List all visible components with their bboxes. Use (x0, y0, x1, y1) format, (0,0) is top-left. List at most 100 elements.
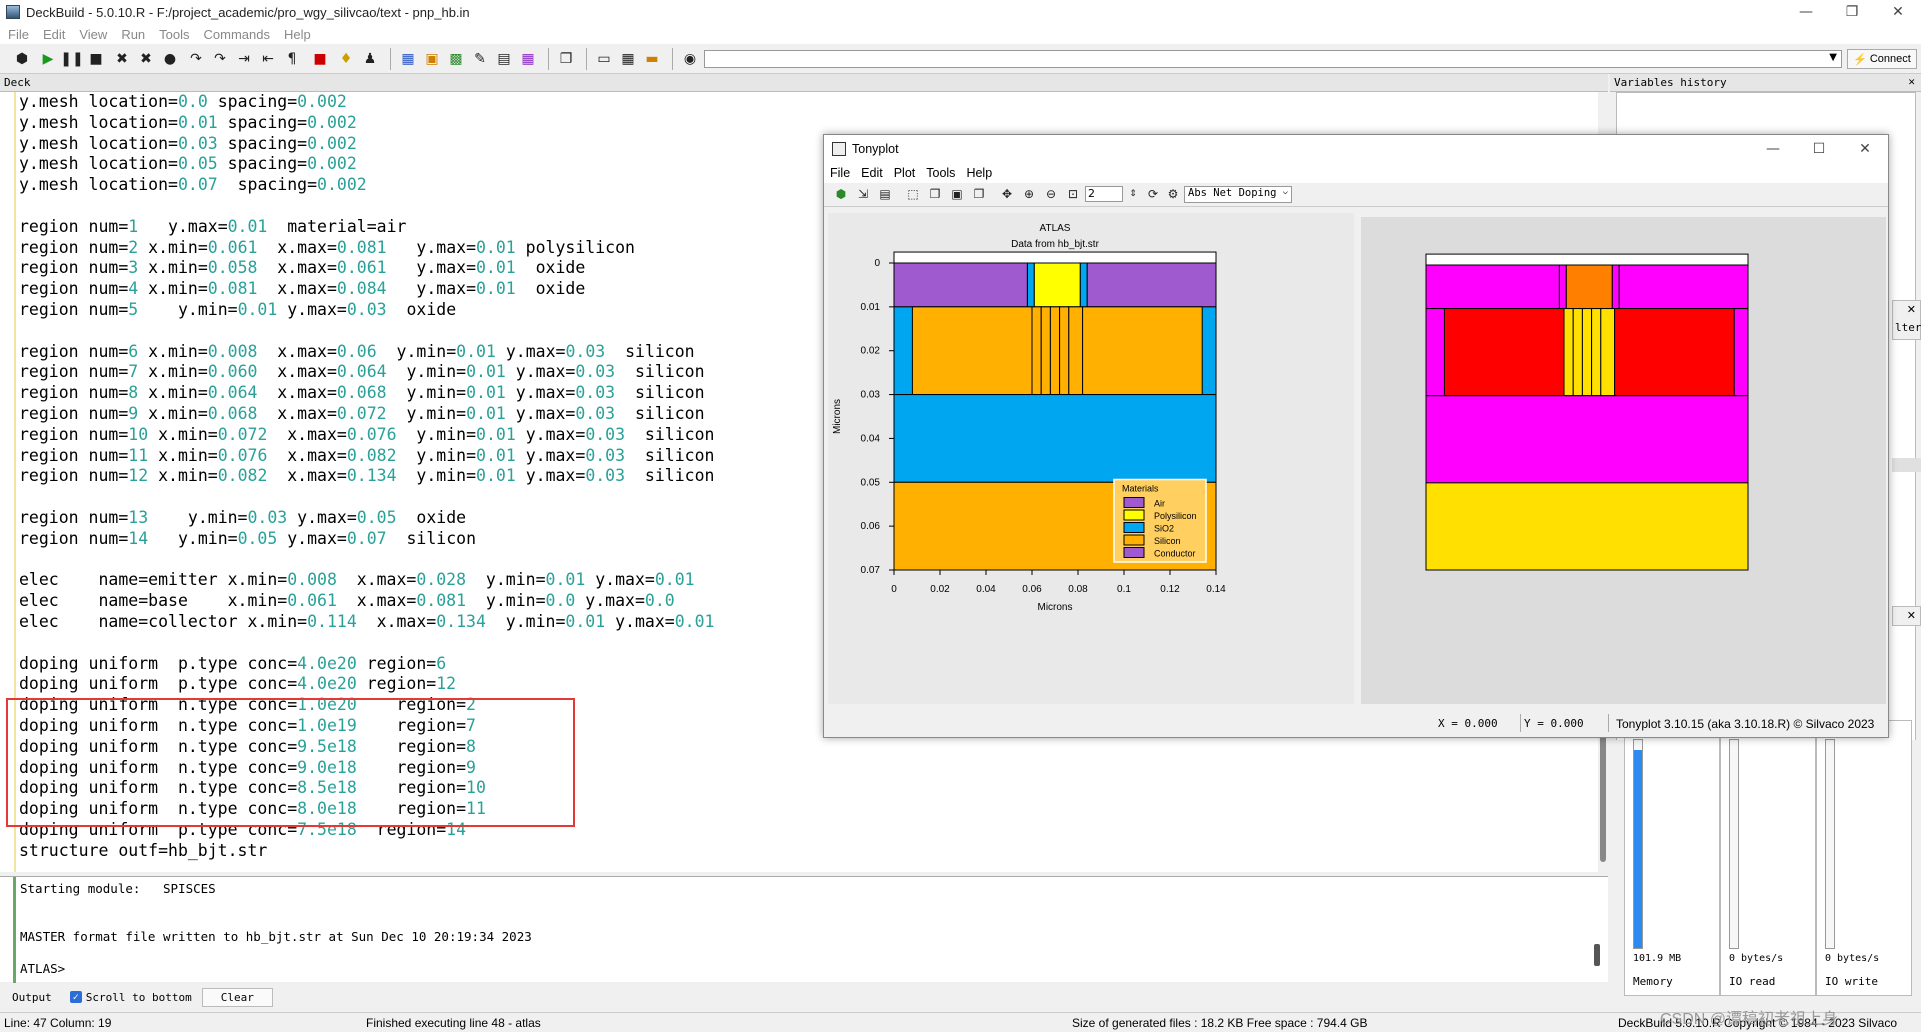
code-line: region num=9 x.min=0.068 x.max=0.072 y.m… (19, 403, 705, 423)
goto-line-icon[interactable]: ⇤ (258, 49, 278, 69)
zoom-level-input[interactable]: 2 (1085, 186, 1123, 202)
mesh-icon[interactable]: ▣ (422, 49, 442, 69)
tonyplot-minimize-button[interactable]: — (1750, 135, 1796, 163)
tp-menu-file[interactable]: File (830, 166, 850, 180)
code-line: region num=10 x.min=0.072 x.max=0.076 y.… (19, 424, 715, 444)
plot-icon[interactable]: ▦ (398, 49, 418, 69)
settings-icon[interactable]: ⚙ (1164, 185, 1182, 203)
clear-icon[interactable]: ■ (310, 49, 330, 69)
grid-icon[interactable]: ▩ (446, 49, 466, 69)
tonyplot-maximize-button[interactable]: ☐ (1796, 135, 1842, 163)
kill-icon[interactable]: ✖ (112, 49, 132, 69)
bulb-icon[interactable]: ♦ (336, 49, 356, 69)
menu-edit[interactable]: Edit (43, 27, 65, 42)
code-line: elec name=emitter x.min=0.008 x.max=0.02… (19, 570, 695, 590)
menu-run[interactable]: Run (121, 27, 145, 42)
scroll-label: Scroll to bottom (85, 990, 192, 1004)
doping-plot[interactable] (1361, 217, 1886, 704)
io-write-label: IO write (1825, 975, 1878, 988)
stop-icon[interactable]: ■ (86, 49, 106, 69)
step-into-icon[interactable]: ↷ (210, 49, 230, 69)
code-line: region num=4 x.min=0.081 x.max=0.084 y.m… (19, 279, 586, 299)
camera-icon[interactable]: ◉ (680, 49, 700, 69)
output-console[interactable]: Starting module: SPISCES MASTER format f… (0, 876, 1608, 983)
menu-commands[interactable]: Commands (204, 27, 270, 42)
record-icon[interactable]: ● (160, 49, 180, 69)
menu-file[interactable]: File (8, 27, 29, 42)
structure-plot[interactable]: ATLAS Data from hb_bjt.str 0 0.02 0.04 0.06 0.… (828, 213, 1354, 704)
tonyplot-version: Tonyplot 3.10.15 (aka 3.10.18.R) © Silva… (1616, 717, 1875, 731)
menu-tools[interactable]: Tools (159, 27, 189, 42)
import-icon[interactable]: ⇲ (854, 185, 872, 203)
tp-menu-help[interactable]: Help (966, 166, 992, 180)
y-tick-label: 0.01 (861, 302, 881, 313)
tp-menu-edit[interactable]: Edit (861, 166, 883, 180)
open-deck-icon[interactable]: ⬢ (12, 49, 32, 69)
y-tick-label: 0.02 (861, 346, 881, 357)
user-icon[interactable]: ♟ (360, 49, 380, 69)
chart-icon[interactable]: ▤ (494, 49, 514, 69)
edit-icon[interactable]: ✎ (470, 49, 490, 69)
formula-icon[interactable]: ▭ (594, 49, 614, 69)
menu-help[interactable]: Help (284, 27, 311, 42)
zoom-in-icon[interactable]: ⊕ (1020, 185, 1038, 203)
structure-region (911, 306, 1033, 396)
clear-button[interactable]: Clear (201, 987, 273, 1007)
select-icon[interactable]: ⬚ (904, 185, 922, 203)
code-line: elec name=base x.min=0.061 x.max=0.081 y… (19, 591, 675, 611)
deckbuild-app-icon (6, 5, 20, 19)
windows-icon[interactable]: ❐ (556, 49, 576, 69)
color-plot-icon[interactable]: ▦ (518, 49, 538, 69)
side-scrollbar[interactable] (1892, 458, 1921, 472)
pan-icon[interactable]: ✥ (998, 185, 1016, 203)
duplicate-icon[interactable]: ❐ (970, 185, 988, 203)
output-tab[interactable]: Output (12, 991, 52, 1004)
command-input[interactable]: ▼ (704, 50, 1842, 68)
zoom-out-icon[interactable]: ⊖ (1042, 185, 1060, 203)
filter-label: lter (1895, 321, 1921, 334)
structure-region (1425, 482, 1749, 571)
save-icon[interactable]: ▤ (876, 185, 894, 203)
close-button[interactable]: ✕ (1875, 0, 1921, 24)
legend-label: Conductor (1154, 549, 1196, 559)
maximize-button[interactable]: ❐ (1829, 0, 1875, 24)
output-scrollbar[interactable] (1594, 944, 1600, 966)
tonyplot-window[interactable]: Tonyplot — ☐ ✕ File Edit Plot Tools Help… (823, 134, 1889, 738)
palette-icon[interactable]: ▬ (642, 49, 662, 69)
paragraph-icon[interactable]: ¶ (282, 49, 302, 69)
chevron-down-icon[interactable]: ⌵ (1283, 187, 1288, 197)
step-icon[interactable]: ↷ (186, 49, 206, 69)
close-icon[interactable]: ✕ (1907, 609, 1916, 622)
legend-label: Air (1154, 499, 1165, 509)
spinner-icon[interactable]: ⇕ (1124, 185, 1142, 203)
tp-menu-plot[interactable]: Plot (894, 166, 916, 180)
close-icon[interactable]: ✕ (1907, 303, 1916, 316)
scroll-checkbox[interactable]: ✓ (69, 991, 82, 1003)
scroll-thumb[interactable] (1600, 722, 1606, 862)
minimize-button[interactable]: — (1783, 0, 1829, 24)
line-icon[interactable]: ⇥ (234, 49, 254, 69)
paste-icon[interactable]: ▣ (948, 185, 966, 203)
run-icon[interactable]: ▶ (38, 49, 58, 69)
table-icon[interactable]: ▦ (618, 49, 638, 69)
close-icon[interactable]: ✕ (1908, 75, 1915, 88)
open-icon[interactable]: ⬢ (832, 185, 850, 203)
tp-menu-tools[interactable]: Tools (926, 166, 955, 180)
quantity-select[interactable]: Abs Net Doping ⌵ (1184, 186, 1292, 203)
code-line: region num=12 x.min=0.082 x.max=0.134 y.… (19, 466, 715, 486)
code-line: region num=13 y.min=0.03 y.max=0.05 oxid… (19, 507, 467, 527)
chevron-down-icon[interactable]: ▼ (1829, 52, 1837, 63)
connect-button[interactable]: ⚡ Connect (1847, 49, 1917, 69)
copy-icon[interactable]: ❐ (926, 185, 944, 203)
output-line: Starting module: SPISCES (20, 881, 216, 896)
tonyplot-close-button[interactable]: ✕ (1842, 135, 1888, 163)
structure-plot-panel[interactable]: ATLAS Data from hb_bjt.str 0 0.02 0.04 0.06 0.… (828, 213, 1354, 704)
zoom-box-icon[interactable]: ⊡ (1064, 185, 1082, 203)
pause-icon[interactable]: ❚❚ (60, 49, 83, 69)
kill-all-icon[interactable]: ✖ (136, 49, 156, 69)
menu-view[interactable]: View (79, 27, 107, 42)
doping-plot-panel[interactable] (1361, 217, 1886, 704)
refresh-icon[interactable]: ⟳ (1144, 185, 1162, 203)
